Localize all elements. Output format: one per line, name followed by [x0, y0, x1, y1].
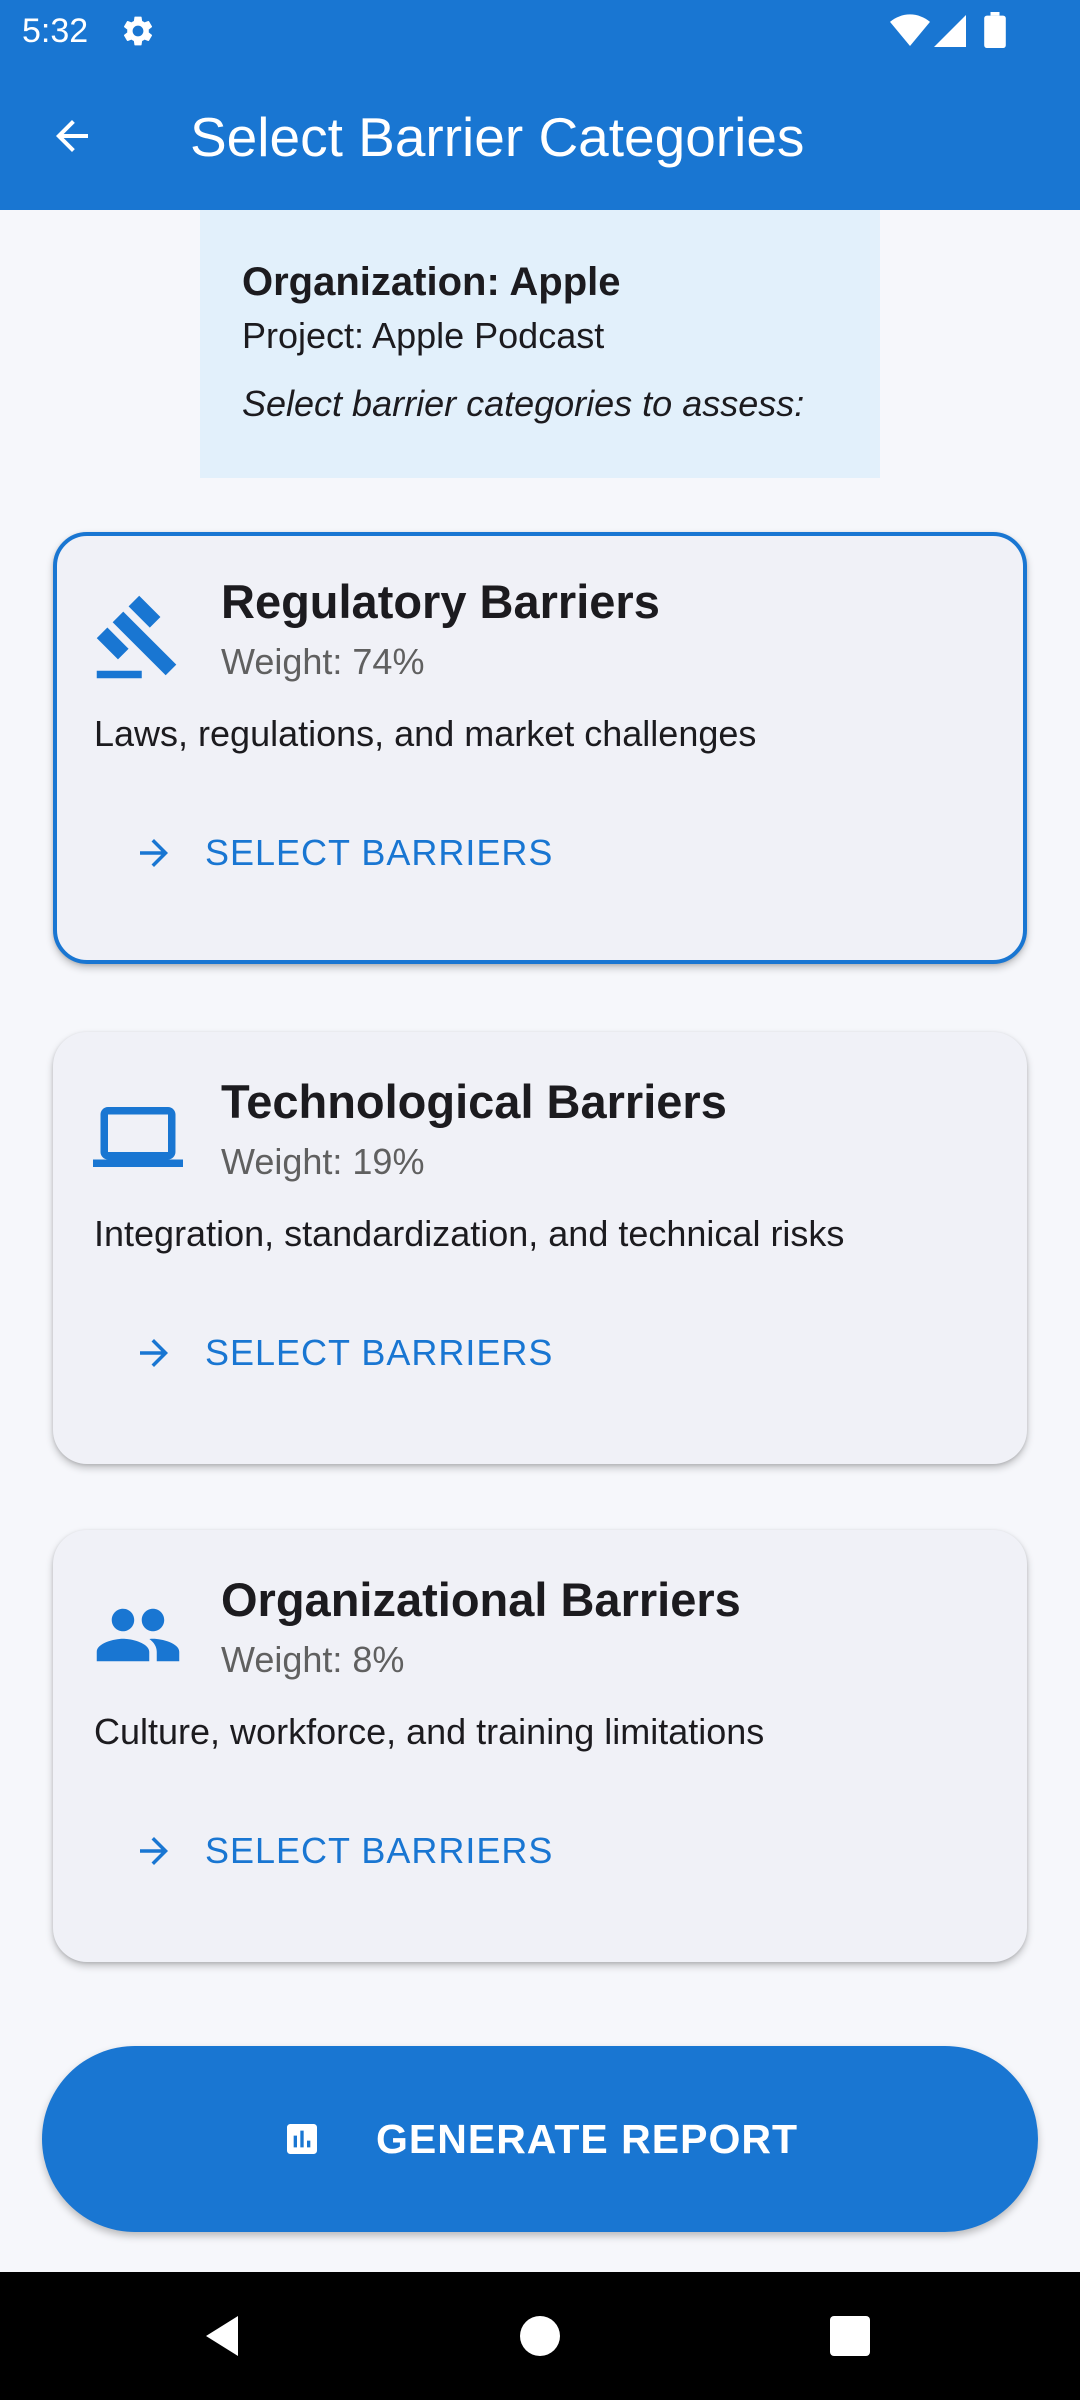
system-nav-bar: [0, 2272, 1080, 2400]
category-description: Culture, workforce, and training limitat…: [94, 1711, 765, 1752]
select-barriers-button-organizational[interactable]: SELECT BARRIERS: [133, 1818, 553, 1884]
category-weight: Weight: 8%: [221, 1639, 405, 1680]
select-barriers-label: SELECT BARRIERS: [205, 1332, 554, 1373]
laptop-icon: [93, 1107, 183, 1167]
category-card-regulatory[interactable]: Regulatory Barriers Weight: 74% Laws, re…: [53, 532, 1027, 964]
arrow-forward-icon: [140, 1837, 168, 1865]
wifi-icon: [890, 14, 930, 47]
arrow-back-icon[interactable]: [48, 112, 96, 160]
nav-home-icon[interactable]: [516, 2312, 564, 2360]
category-title: Regulatory Barriers: [221, 575, 660, 628]
battery-icon: [984, 12, 1006, 48]
gavel-icon: [96, 595, 177, 679]
category-card-organizational[interactable]: Organizational Barriers Weight: 8% Cultu…: [53, 1530, 1027, 1962]
organization-label: Organization: Apple: [242, 260, 621, 304]
settings-icon: [123, 16, 153, 46]
people-icon: [96, 1608, 180, 1662]
nav-recents-icon[interactable]: [826, 2312, 874, 2360]
select-barriers-label: SELECT BARRIERS: [205, 1830, 554, 1871]
category-description: Integration, standardization, and techni…: [94, 1213, 845, 1254]
arrow-forward-icon: [140, 839, 168, 867]
select-barriers-button-regulatory[interactable]: SELECT BARRIERS: [133, 820, 553, 886]
status-time: 5:32: [22, 12, 89, 50]
generate-report-button[interactable]: GENERATE REPORT: [42, 2046, 1038, 2232]
page-title: Select Barrier Categories: [190, 106, 805, 168]
category-description: Laws, regulations, and market challenges: [94, 713, 757, 754]
category-card-technological[interactable]: Technological Barriers Weight: 19% Integ…: [53, 1032, 1027, 1464]
status-bar: 5:32: [0, 0, 1080, 62]
category-weight: Weight: 19%: [221, 1141, 425, 1182]
project-label: Project: Apple Podcast: [242, 315, 605, 356]
select-barriers-button-technological[interactable]: SELECT BARRIERS: [133, 1320, 553, 1386]
category-title: Organizational Barriers: [221, 1573, 741, 1626]
cell-signal-icon: [934, 15, 966, 47]
app-bar: Select Barrier Categories: [0, 62, 1080, 210]
organization-info-panel: Organization: Apple Project: Apple Podca…: [200, 210, 880, 478]
nav-back-icon[interactable]: [200, 2312, 248, 2360]
instruction-text: Select barrier categories to assess:: [242, 383, 805, 424]
generate-report-label: GENERATE REPORT: [376, 2115, 798, 2162]
category-weight: Weight: 74%: [221, 641, 425, 682]
select-barriers-label: SELECT BARRIERS: [205, 832, 554, 873]
category-title: Technological Barriers: [221, 1075, 727, 1128]
arrow-forward-icon: [140, 1339, 168, 1367]
bar-chart-icon: [287, 2124, 317, 2154]
